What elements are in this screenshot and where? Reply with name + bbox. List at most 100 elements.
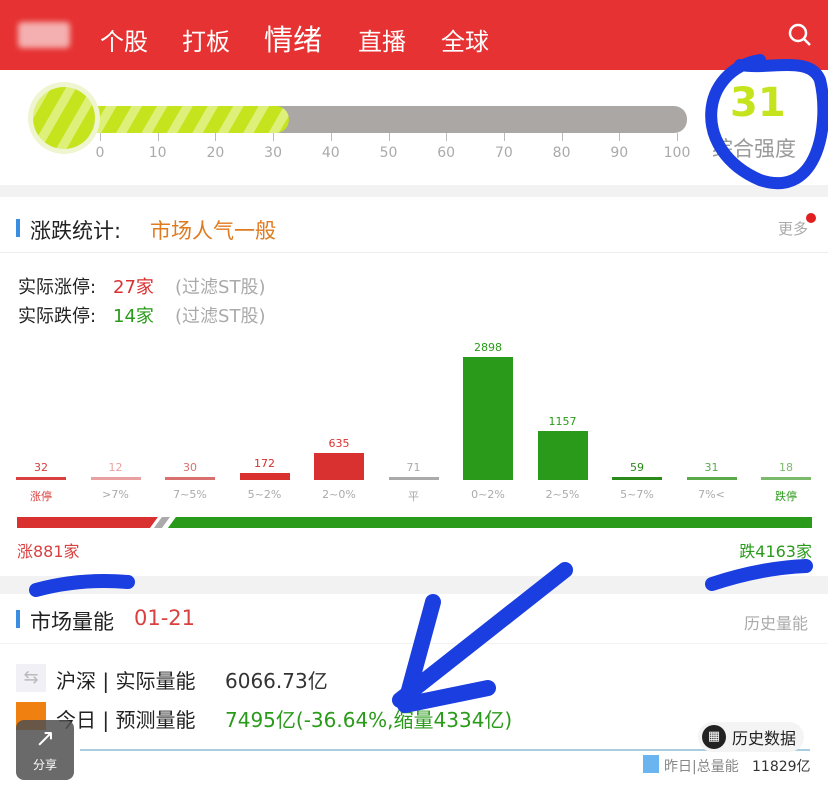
filter-note: (过滤ST股) — [175, 277, 266, 298]
bar-category: >7% — [102, 488, 129, 501]
bar-value: 12 — [108, 461, 123, 474]
thermometer — [28, 82, 687, 154]
chart-axis — [80, 749, 810, 751]
tick-label: 30 — [264, 145, 283, 161]
tick-mark — [330, 133, 332, 141]
tab-limit[interactable]: 打板 — [182, 22, 230, 57]
tick-mark — [619, 133, 621, 141]
history-data-label: 历史数据 — [732, 729, 797, 748]
bar-value: 71 — [406, 460, 421, 474]
filter-note: (过滤ST股) — [175, 306, 266, 327]
tick-mark — [677, 133, 678, 141]
notification-dot — [806, 213, 816, 223]
tick-mark — [446, 133, 448, 141]
bar-category: 跌停 — [775, 490, 797, 503]
section-marker — [16, 610, 20, 628]
tick-mark — [561, 133, 563, 141]
tick-label: 50 — [379, 145, 398, 161]
divider — [0, 643, 828, 644]
stats-title: 涨跌统计: — [30, 219, 122, 243]
bar-value: 32 — [34, 461, 48, 474]
volume-date: 01-21 — [134, 606, 196, 630]
down-total: 跌4163家 — [739, 542, 812, 561]
bar-category: 5~7% — [620, 488, 654, 501]
exchange-icon: ⇆ — [16, 664, 46, 692]
legend-value: 11829亿 — [752, 759, 811, 775]
divider — [0, 252, 828, 253]
tick-mark — [503, 133, 505, 141]
actual-volume-value: 6066.73亿 — [225, 669, 328, 693]
legend-label: 昨日|总量能 — [664, 759, 739, 775]
bar — [314, 453, 364, 480]
bar — [165, 477, 215, 480]
bar-category: 5~2% — [247, 488, 282, 501]
tick-mark — [273, 133, 275, 141]
limit-up-count: 27家 — [113, 277, 154, 298]
bar — [463, 357, 513, 480]
tick-label: 90 — [610, 145, 629, 161]
bar — [537, 430, 588, 480]
limit-down-label: 实际跌停: — [18, 306, 97, 327]
bar-value: 1157 — [548, 414, 577, 428]
bar-category: 2~5% — [545, 488, 580, 501]
tab-blurred[interactable] — [18, 22, 70, 48]
calendar-icon: ▦ — [702, 725, 726, 749]
gauge-value: 31 — [730, 80, 786, 126]
volume-title: 市场量能 — [30, 610, 114, 634]
more-link[interactable]: 更多 — [778, 218, 808, 239]
bar-value: 18 — [779, 461, 793, 474]
bar-value: 31 — [704, 461, 719, 474]
tick-mark — [388, 133, 390, 141]
limit-up-label: 实际涨停: — [18, 277, 97, 298]
tick-label: 20 — [206, 145, 225, 161]
tab-global[interactable]: 全球 — [441, 22, 489, 57]
predicted-volume-value: 7495亿(-36.64%,缩量4334亿) — [225, 708, 513, 732]
tick-label: 60 — [437, 145, 456, 161]
predicted-volume-label: 今日 | 预测量能 — [56, 708, 196, 732]
bar — [761, 477, 811, 480]
tick-mark — [157, 133, 159, 141]
tick-mark — [100, 133, 101, 141]
bar-category: 平 — [408, 490, 419, 503]
tab-sentiment[interactable]: 情绪 — [264, 17, 322, 59]
tick-label: 10 — [148, 145, 167, 161]
bar-category: 2~0% — [322, 488, 356, 501]
bar-category: 7~5% — [173, 488, 207, 501]
bar-value: 635 — [328, 437, 350, 451]
tick-label: 0 — [95, 145, 105, 161]
bar-value: 2898 — [474, 341, 502, 354]
tab-stocks[interactable]: 个股 — [100, 22, 148, 57]
bar — [686, 477, 737, 480]
gauge-label: 综合强度 — [712, 137, 796, 161]
bar-value: 172 — [254, 456, 275, 470]
actual-volume-label: 沪深 | 实际量能 — [56, 669, 196, 693]
top-nav: 个股 打板 情绪 直播 全球 — [0, 0, 828, 70]
bar — [239, 472, 290, 480]
yesterday-swatch — [643, 755, 659, 773]
up-down-ratio-bar — [17, 517, 812, 528]
bar — [388, 476, 439, 480]
search-icon[interactable] — [787, 22, 813, 48]
bar-category: 0~2% — [471, 488, 505, 501]
share-icon: ↗ — [34, 724, 56, 752]
bar — [90, 477, 141, 480]
bar-category: 7%< — [698, 488, 725, 501]
tab-live[interactable]: 直播 — [358, 22, 406, 57]
bar-value: 30 — [183, 461, 197, 474]
divider — [0, 185, 828, 197]
tick-label: 40 — [321, 145, 340, 161]
bar — [612, 477, 662, 480]
share-button[interactable]: ↗ 分享 — [16, 720, 74, 780]
limit-down-count: 14家 — [113, 306, 154, 327]
history-volume-link[interactable]: 历史量能 — [744, 610, 808, 634]
history-data-button[interactable]: ▦ 历史数据 — [698, 722, 805, 752]
section-marker — [16, 219, 20, 237]
divider — [0, 576, 828, 594]
up-total: 涨881家 — [17, 542, 80, 561]
bar-category: 涨停 — [30, 490, 52, 503]
tick-label: 70 — [494, 145, 513, 161]
market-mood: 市场人气一般 — [150, 219, 276, 243]
share-label: 分享 — [32, 758, 57, 772]
bar — [16, 477, 66, 480]
tick-label: 100 — [663, 145, 691, 161]
